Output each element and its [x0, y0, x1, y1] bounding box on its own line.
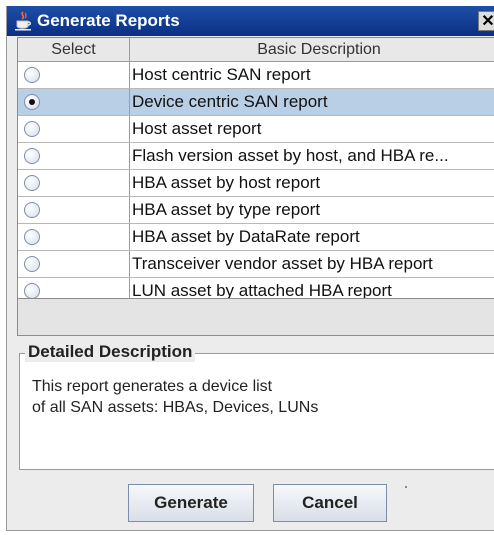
table-row[interactable]: Flash version asset by host, and HBA re.…	[18, 143, 494, 170]
radio-button-icon[interactable]	[24, 94, 40, 110]
select-cell[interactable]	[18, 89, 130, 115]
report-description: HBA asset by host report	[132, 173, 321, 192]
select-cell[interactable]	[18, 62, 130, 88]
report-description: HBA asset by DataRate report	[132, 227, 360, 246]
detailed-description-line: of all SAN assets: HBAs, Devices, LUNs	[32, 399, 319, 416]
radio-button-icon[interactable]	[24, 229, 40, 245]
report-description: LUN asset by attached HBA report	[132, 281, 392, 299]
detailed-description-panel: This report generates a device list of a…	[19, 353, 494, 470]
table-row[interactable]: Host asset report	[18, 116, 494, 143]
radio-button-icon[interactable]	[24, 175, 40, 191]
stray-dot	[405, 486, 407, 488]
report-description: Host centric SAN report	[132, 65, 311, 84]
table-header: Select Basic Description	[18, 38, 494, 62]
cancel-button[interactable]: Cancel	[273, 484, 387, 522]
table-row[interactable]: HBA asset by DataRate report	[18, 224, 494, 251]
radio-button-icon[interactable]	[24, 283, 40, 298]
table-row[interactable]: HBA asset by type report	[18, 197, 494, 224]
select-cell[interactable]	[18, 278, 130, 298]
select-cell[interactable]	[18, 224, 130, 250]
window-title: Generate Reports	[37, 11, 180, 30]
table-body: Host centric SAN report Device centric S…	[18, 62, 494, 299]
reports-table: Select Basic Description Host centric SA…	[17, 37, 494, 299]
select-cell[interactable]	[18, 251, 130, 277]
select-cell[interactable]	[18, 170, 130, 196]
table-row[interactable]: LUN asset by attached HBA report	[18, 278, 494, 299]
table-row[interactable]: HBA asset by host report	[18, 170, 494, 197]
report-description: HBA asset by type report	[132, 200, 321, 219]
radio-button-icon[interactable]	[24, 121, 40, 137]
close-button[interactable]: ✕	[478, 11, 494, 31]
radio-button-icon[interactable]	[24, 256, 40, 272]
table-row[interactable]: Device centric SAN report	[18, 89, 494, 116]
table-row[interactable]: Transceiver vendor asset by HBA report	[18, 251, 494, 278]
select-cell[interactable]	[18, 143, 130, 169]
radio-button-icon[interactable]	[24, 67, 40, 83]
generate-reports-dialog: Generate Reports ✕ Select Basic Descript…	[6, 6, 494, 531]
report-description: Device centric SAN report	[132, 92, 328, 111]
table-empty-area	[17, 299, 494, 336]
close-icon: ✕	[481, 13, 494, 30]
generate-button[interactable]: Generate	[128, 484, 254, 522]
report-description: Host asset report	[132, 119, 262, 138]
table-row[interactable]: Host centric SAN report	[18, 62, 494, 89]
column-header-basic-description[interactable]: Basic Description	[130, 38, 494, 61]
column-header-select[interactable]: Select	[18, 38, 130, 61]
detailed-description-label: Detailed Description	[25, 342, 196, 362]
detailed-description-line: This report generates a device list	[32, 378, 273, 395]
report-description: Flash version asset by host, and HBA re.…	[132, 146, 449, 165]
report-description: Transceiver vendor asset by HBA report	[132, 254, 433, 273]
radio-button-icon[interactable]	[24, 148, 40, 164]
select-cell[interactable]	[18, 197, 130, 223]
title-bar[interactable]: Generate Reports ✕	[7, 6, 494, 36]
radio-button-icon[interactable]	[24, 202, 40, 218]
detailed-description-text: This report generates a device list of a…	[32, 376, 318, 418]
select-cell[interactable]	[18, 116, 130, 142]
java-coffee-cup-icon	[15, 11, 31, 31]
